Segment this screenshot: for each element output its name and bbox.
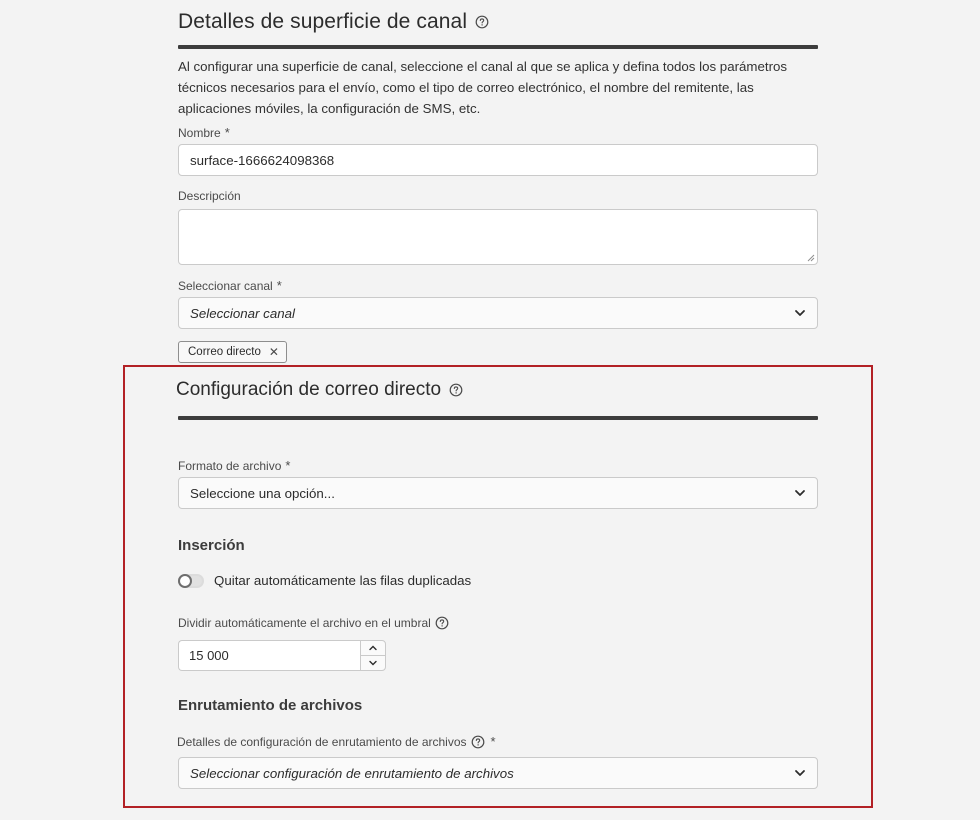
- description-label-text: Descripción: [178, 189, 241, 203]
- file-format-label-text: Formato de archivo: [178, 458, 282, 473]
- description-textarea[interactable]: [178, 209, 818, 265]
- required-asterisk: *: [224, 125, 230, 140]
- direct-mail-title: Configuración de correo directo: [176, 379, 442, 400]
- insertion-heading: Inserción: [178, 537, 245, 554]
- direct-mail-divider: [178, 416, 818, 420]
- required-asterisk: *: [276, 278, 282, 293]
- tag-label: Correo directo: [188, 346, 261, 358]
- step-down-button[interactable]: [361, 656, 385, 670]
- split-threshold-stepper[interactable]: 15 000: [178, 640, 386, 671]
- surface-description-text: Al configurar una superficie de canal, s…: [178, 59, 788, 116]
- routing-label-text: Detalles de configuración de enrutamient…: [177, 734, 467, 749]
- routing-placeholder: Seleccionar configuración de enrutamient…: [190, 765, 514, 781]
- direct-mail-title-row: Configuración de correo directo: [176, 379, 463, 401]
- page-title: Detalles de superficie de canal: [178, 10, 468, 33]
- toggle-knob: [178, 573, 192, 588]
- step-up-button[interactable]: [361, 641, 385, 656]
- name-label-text: Nombre: [178, 125, 221, 140]
- file-format-placeholder: Seleccione una opción...: [190, 485, 335, 501]
- name-label: Nombre *: [178, 125, 230, 140]
- surface-title-row: Detalles de superficie de canal: [178, 0, 489, 44]
- channel-label-text: Seleccionar canal: [178, 278, 273, 293]
- channel-label: Seleccionar canal *: [178, 278, 282, 293]
- file-format-label: Formato de archivo *: [178, 458, 290, 473]
- dedupe-toggle[interactable]: [178, 573, 204, 588]
- split-threshold-label: Dividir automáticamente el archivo en el…: [178, 616, 449, 630]
- file-format-picker[interactable]: Seleccione una opción...: [178, 477, 818, 509]
- dedupe-toggle-row[interactable]: Quitar automáticamente las filas duplica…: [178, 573, 471, 588]
- selected-channel-tag: Correo directo ✕: [178, 341, 287, 363]
- dedupe-toggle-label: Quitar automáticamente las filas duplica…: [214, 573, 472, 588]
- stepper-buttons: [360, 640, 386, 671]
- split-threshold-label-text: Dividir automáticamente el archivo en el…: [178, 616, 431, 630]
- help-icon[interactable]: [449, 383, 463, 397]
- chevron-down-icon: [794, 487, 806, 499]
- chevron-down-icon: [369, 660, 377, 666]
- resize-handle-icon[interactable]: [807, 254, 815, 262]
- channel-picker[interactable]: Seleccionar canal: [178, 297, 818, 329]
- help-icon[interactable]: [471, 735, 485, 749]
- help-icon[interactable]: [435, 616, 449, 630]
- description-label: Descripción: [178, 189, 241, 203]
- chevron-up-icon: [369, 645, 377, 651]
- help-icon[interactable]: [475, 15, 489, 29]
- chevron-down-icon: [794, 767, 806, 779]
- chevron-down-icon: [794, 307, 806, 319]
- close-icon[interactable]: ✕: [269, 345, 279, 359]
- required-asterisk: *: [285, 458, 291, 473]
- routing-label: Detalles de configuración de enrutamient…: [177, 734, 496, 749]
- split-threshold-input[interactable]: 15 000: [178, 640, 360, 671]
- name-input[interactable]: surface-1666624098368: [178, 144, 818, 176]
- channel-picker-placeholder: Seleccionar canal: [190, 305, 295, 321]
- required-asterisk: *: [490, 734, 496, 749]
- routing-picker[interactable]: Seleccionar configuración de enrutamient…: [178, 757, 818, 789]
- routing-heading: Enrutamiento de archivos: [178, 697, 363, 714]
- title-divider: [178, 45, 818, 49]
